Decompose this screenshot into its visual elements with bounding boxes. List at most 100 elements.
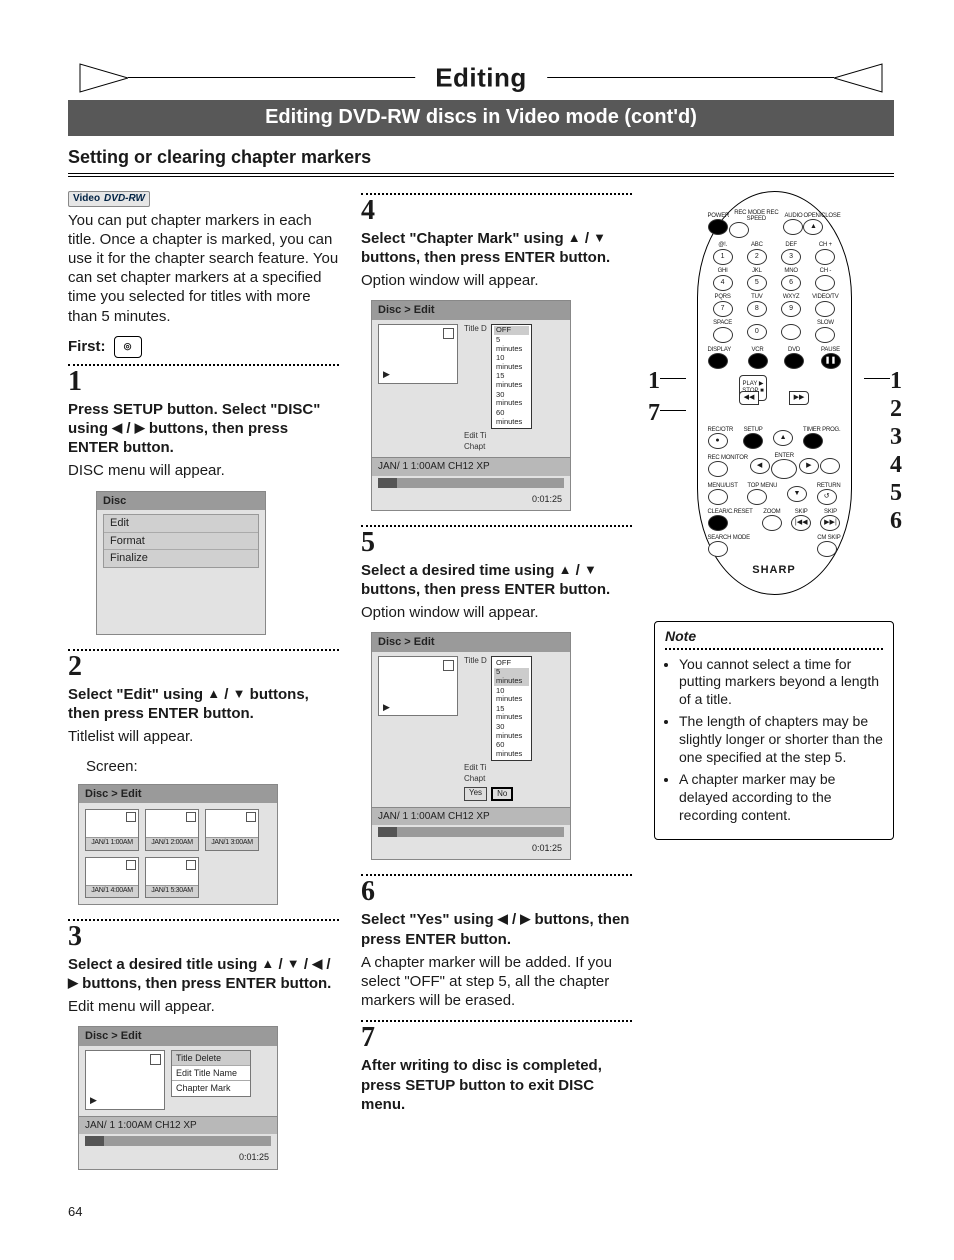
- remote-button: |◀◀: [791, 515, 811, 531]
- column-3: 1 7 1 2 3 4 5 6 POWER REC MODE REC SPEED…: [654, 187, 894, 1184]
- enter-button: [771, 459, 797, 479]
- remote-button: 9: [781, 301, 801, 317]
- remote-button: [762, 515, 782, 531]
- step-3-instruction: Select a desired title using ▲ / ▼ / ◀ /…: [68, 955, 339, 993]
- remote-button: 4: [713, 275, 733, 291]
- remote-button: [708, 541, 728, 557]
- left-arrow-icon: ◀: [312, 956, 322, 971]
- remote-button: [708, 489, 728, 505]
- status-text: JAN/ 1 1:00AM CH12 XP: [85, 1120, 197, 1132]
- remote-button: [713, 327, 733, 343]
- down-arrow-icon: ▼: [584, 562, 597, 577]
- subsection-title: Setting or clearing chapter markers: [68, 146, 894, 169]
- page-top-ornament: Editing: [68, 60, 894, 96]
- title-thumb: JAN/1 4:00AM: [85, 857, 139, 898]
- remote-diagram: 1 7 1 2 3 4 5 6 POWER REC MODE REC SPEED…: [654, 187, 894, 595]
- timecode: 0:01:25: [372, 494, 570, 510]
- note-list: You cannot select a time for putting mar…: [665, 656, 883, 825]
- remote-button: ●: [708, 433, 728, 449]
- status-text: JAN/ 1 1:00AM CH12 XP: [378, 461, 490, 473]
- up-arrow-icon: ▲: [207, 686, 220, 701]
- column-1: Video DVD-RW You can put chapter markers…: [68, 187, 339, 1184]
- step-6-instruction: Select "Yes" using ◀ / ▶ buttons, then p…: [361, 910, 632, 948]
- disc-type-badge: Video DVD-RW: [68, 191, 150, 207]
- note-box: Note You cannot select a time for puttin…: [654, 621, 894, 840]
- remote-button: [708, 219, 728, 235]
- timecode: 0:01:25: [372, 843, 570, 859]
- remote-button: 7: [713, 301, 733, 317]
- remote-button: [784, 353, 804, 369]
- title-preview: ▶: [378, 656, 458, 716]
- step-3-result: Edit menu will appear.: [68, 997, 339, 1016]
- remote-callout-left: 7: [648, 401, 686, 425]
- step-number-1: 1: [68, 368, 339, 396]
- step-number-7: 7: [361, 1024, 632, 1052]
- remote-callout-left: 1: [648, 369, 686, 393]
- progress-bar: [378, 478, 564, 488]
- insert-disc-icon: ◎: [114, 336, 142, 358]
- edit-option: Chapter Mark: [172, 1081, 250, 1095]
- remote-button: ▶▶|: [820, 515, 840, 531]
- disc-menu-list: Edit Format Finalize: [103, 514, 259, 568]
- remote-button: [747, 489, 767, 505]
- menu-item: Finalize: [104, 550, 258, 567]
- status-text: JAN/ 1 1:00AM CH12 XP: [378, 811, 490, 823]
- screen-label: Screen:: [86, 757, 339, 776]
- up-arrow-icon: ▲: [559, 562, 572, 577]
- step-1-result: DISC menu will appear.: [68, 461, 339, 480]
- remote-button: ❚❚: [821, 353, 841, 369]
- remote-callout-right: 2: [890, 397, 902, 421]
- note-item: The length of chapters may be slightly l…: [679, 713, 883, 767]
- remote-button: [815, 249, 835, 265]
- remote-button: 3: [781, 249, 801, 265]
- note-item: You cannot select a time for putting mar…: [679, 656, 883, 710]
- note-item: A chapter marker may be delayed accordin…: [679, 771, 883, 825]
- title-thumb: JAN/1 2:00AM: [145, 809, 199, 850]
- section-banner: Editing DVD-RW discs in Video mode (cont…: [68, 100, 894, 136]
- edit-menu-panel: Disc > Edit ▶ Title Delete Edit Title Na…: [78, 1026, 278, 1169]
- step-separator: [68, 919, 339, 921]
- step-number-5: 5: [361, 529, 632, 557]
- remote-button: 8: [747, 301, 767, 317]
- remote-callout-right: 6: [890, 509, 902, 533]
- time-select-panel: Disc > Edit ▶ Title D OFF 5 minutes 10 m…: [371, 632, 571, 860]
- remote-button: [815, 327, 835, 343]
- step-separator: [68, 364, 339, 366]
- edit-option: Title Delete: [172, 1051, 250, 1066]
- remote-callout-right: 3: [890, 425, 902, 449]
- remote-button: [815, 301, 835, 317]
- up-arrow-icon: ▲: [568, 230, 581, 245]
- remote-button: ↺: [817, 489, 837, 505]
- remote-button: [781, 324, 801, 340]
- left-arrow-icon: ◀: [498, 911, 508, 926]
- remote-button: 5: [747, 275, 767, 291]
- remote-button: ▼: [787, 486, 807, 502]
- progress-bar: [85, 1136, 271, 1146]
- remote-button: [708, 515, 728, 531]
- remote-button: [748, 353, 768, 369]
- step-separator: [68, 649, 339, 651]
- timecode: 0:01:25: [79, 1152, 277, 1168]
- titlelist-panel: Disc > Edit JAN/1 1:00AM JAN/1 2:00AM JA…: [78, 784, 278, 905]
- remote-button: 0: [747, 324, 767, 340]
- remote-button: [708, 461, 728, 477]
- title-preview: ▶: [378, 324, 458, 384]
- remote-button: 2: [747, 249, 767, 265]
- remote-button: [708, 353, 728, 369]
- remote-callout-right: 1: [864, 369, 902, 393]
- progress-bar: [378, 827, 564, 837]
- step-number-6: 6: [361, 878, 632, 906]
- remote-button: ▲: [803, 219, 823, 235]
- title-thumb: JAN/1 1:00AM: [85, 809, 139, 850]
- remote-button: ▲: [773, 430, 793, 446]
- remote-button: [803, 433, 823, 449]
- remote-button: ◀: [750, 458, 770, 474]
- time-popup: OFF 5 minutes 10 minutes 15 minutes 30 m…: [491, 656, 532, 761]
- step-6-body: A chapter marker will be added. If you s…: [361, 953, 632, 1011]
- disc-menu-panel: Disc Edit Format Finalize: [96, 491, 266, 636]
- step-number-2: 2: [68, 653, 339, 681]
- chapter-mark-panel: Disc > Edit ▶ Title D OFF 5 minutes 10 m…: [371, 300, 571, 511]
- remote-callout-right: 4: [890, 453, 902, 477]
- step-2-instruction: Select "Edit" using ▲ / ▼ buttons, then …: [68, 685, 339, 723]
- right-arrow-icon: ▶: [520, 911, 530, 926]
